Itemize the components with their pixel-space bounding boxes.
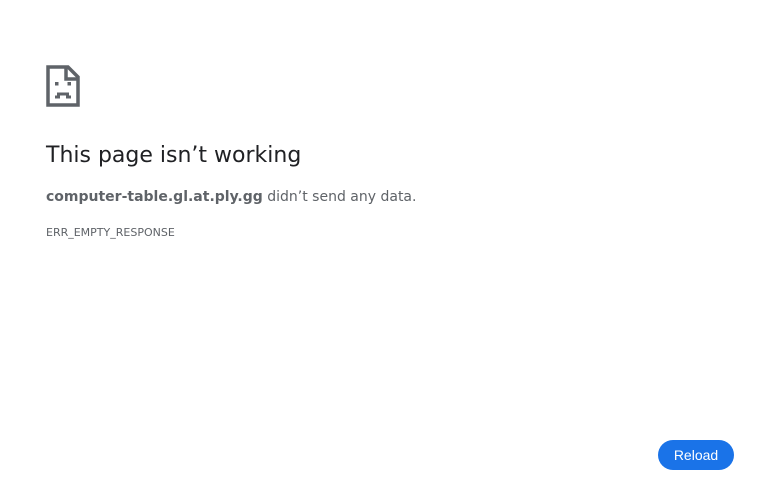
page-title: This page isn’t working [46,143,302,168]
reload-button[interactable]: Reload [658,440,734,470]
error-message: computer-table.gl.at.ply.gg didn’t send … [46,187,416,207]
error-code: ERR_EMPTY_RESPONSE [46,226,175,239]
error-page: This page isn’t working computer-table.g… [0,0,780,493]
error-message-suffix: didn’t send any data. [262,189,417,205]
error-host: computer-table.gl.at.ply.gg [46,189,263,205]
sad-page-icon [46,65,80,107]
